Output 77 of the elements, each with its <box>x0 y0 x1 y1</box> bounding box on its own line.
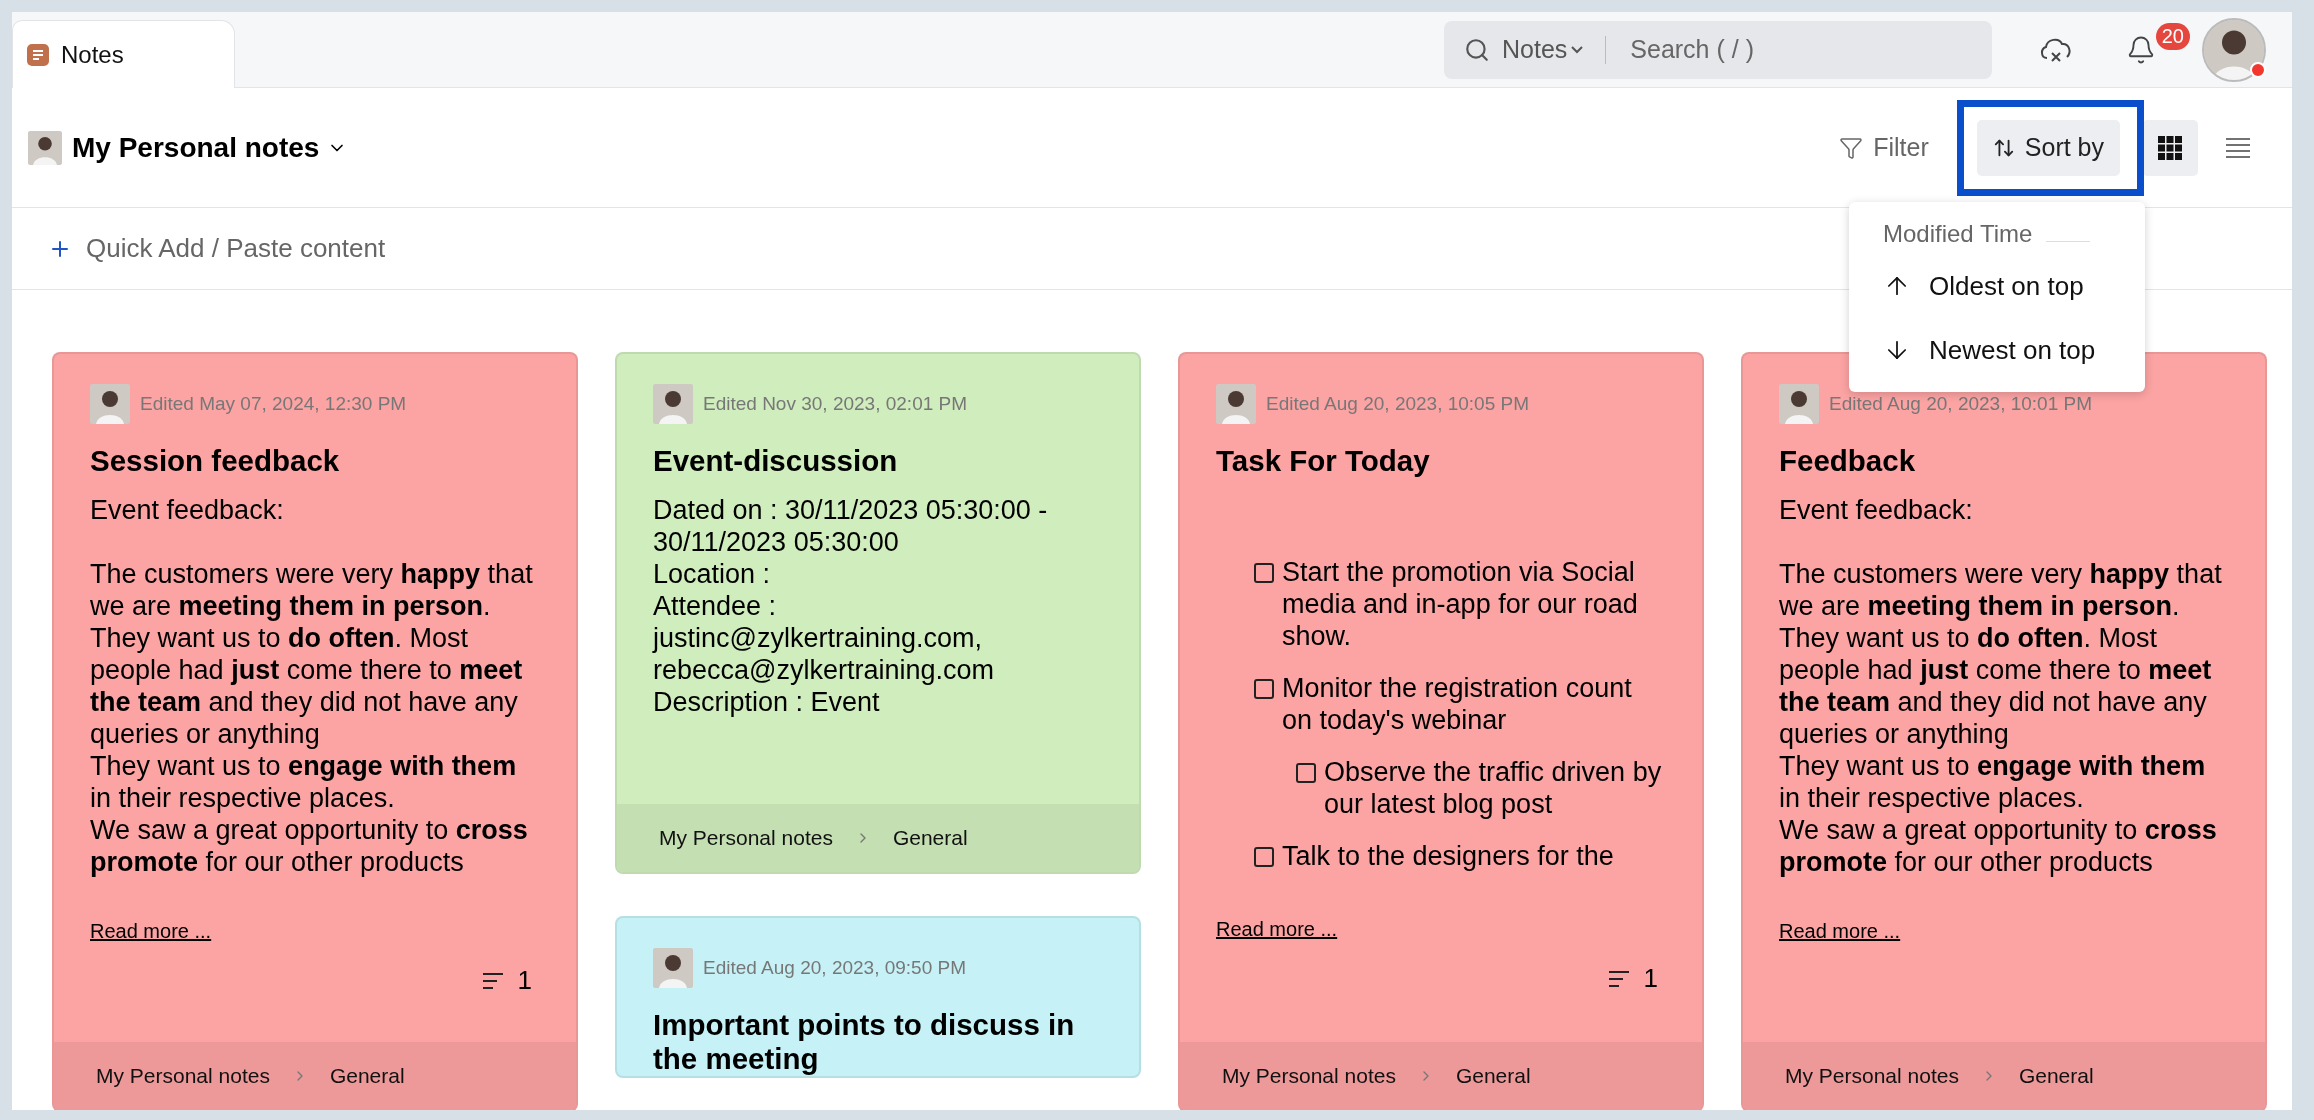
edited-time: Edited May 07, 2024, 12:30 PM <box>140 393 407 415</box>
tab-label: Notes <box>61 40 124 69</box>
chevron-down-icon <box>1571 45 1584 54</box>
note-text: They want us to engage with them in their respective places. <box>90 750 518 814</box>
task-text: Start the promotion via Social media and in-app for our road show. <box>1282 556 1639 652</box>
task-text: Talk to the designers for the <box>1282 840 1614 872</box>
checkbox[interactable] <box>1254 679 1274 699</box>
edited-time: Edited Nov 30, 2023, 02:01 PM <box>703 393 968 415</box>
checkbox[interactable] <box>1254 563 1274 583</box>
note-title: Session feedback <box>90 444 341 478</box>
note-text: Dated on : 30/11/2023 05:30:00 - 30/11/2023 05:30:00 <box>653 494 1049 558</box>
notebook-name[interactable]: My Personal notes <box>659 826 833 850</box>
avatar <box>90 384 130 424</box>
notes-tab[interactable]: Notes <box>12 20 235 88</box>
search-icon <box>1464 36 1490 63</box>
note-card[interactable]: Edited Aug 20, 2023, 09:50 PM Important points to discuss in the meeting <box>615 916 1141 1078</box>
avatar <box>653 948 693 988</box>
comment-lines-icon <box>1607 969 1630 988</box>
read-more-link[interactable]: Read more ... <box>90 920 212 943</box>
section-name[interactable]: General <box>329 1064 405 1088</box>
note-title: Important points to discuss in the meeting <box>653 1008 1076 1076</box>
grid-icon <box>2158 135 2182 160</box>
avatar <box>1216 384 1256 424</box>
option-label: Newest on top <box>1929 334 2096 366</box>
task-text: Monitor the registration count on today's webinar <box>1282 672 1633 736</box>
avatar <box>653 384 693 424</box>
menu-heading: Modified Time <box>1849 214 2145 254</box>
note-card[interactable] <box>52 352 578 1110</box>
sort-option[interactable]: Oldest on top <box>1849 254 2145 318</box>
section-name[interactable]: General <box>892 826 968 850</box>
notebook-name[interactable]: My Personal notes <box>1222 1064 1396 1088</box>
read-more-link[interactable]: Read more ... <box>1216 918 1338 941</box>
filter-icon <box>1839 135 1864 160</box>
note-text: We saw a great opportunity to cross promote for our other products <box>1779 814 2218 878</box>
note-text: Location : <box>653 558 772 590</box>
search-field[interactable]: Notes Search ( / ) <box>1444 20 1992 79</box>
view-toggle[interactable] <box>2142 119 2198 176</box>
notebook-name[interactable]: My Personal notes <box>1785 1064 1959 1088</box>
note-text: rebecca@zylkertraining.com <box>653 654 996 686</box>
edited-time: Edited Aug 20, 2023, 10:01 PM <box>1829 393 2093 415</box>
notification-bell-icon[interactable] <box>2126 34 2156 65</box>
checkbox[interactable] <box>1254 847 1274 867</box>
list-icon <box>2226 137 2250 158</box>
note-title: Event-discussion <box>653 444 899 478</box>
sort-option[interactable]: Newest on top <box>1849 318 2145 382</box>
note-card[interactable] <box>615 352 1141 874</box>
notes-app-icon <box>27 43 49 66</box>
notification-badge: 20 <box>2155 22 2190 50</box>
avatar <box>1779 384 1819 424</box>
note-text: Event feedback: <box>90 494 285 526</box>
section-name[interactable]: General <box>2018 1064 2094 1088</box>
comment-lines-icon <box>481 971 504 990</box>
comment-count: 1 <box>1643 963 1658 994</box>
note-text: Description : Event <box>653 686 881 718</box>
task-text: Observe the traffic driven by our latest blog post <box>1324 756 1663 820</box>
notebook-avatar <box>28 130 62 165</box>
notebook-name[interactable]: My Personal notes <box>96 1064 270 1088</box>
section-name[interactable]: General <box>1455 1064 1531 1088</box>
note-text: They want us to engage with them in their respective places. <box>1779 750 2207 814</box>
filter-button[interactable]: Filter <box>1833 119 1935 176</box>
comment-count: 1 <box>517 965 532 996</box>
note-text: justinc@zylkertraining.com, <box>653 622 983 654</box>
note-text: Event feedback: <box>1779 494 1974 526</box>
note-card[interactable] <box>1178 352 1704 1110</box>
edited-time: Edited Aug 20, 2023, 09:50 PM <box>703 957 967 979</box>
search-scope-dropdown[interactable]: Notes <box>1502 35 1584 64</box>
read-more-link[interactable]: Read more ... <box>1779 920 1901 943</box>
option-label: Oldest on top <box>1929 270 2084 302</box>
edited-time: Edited Aug 20, 2023, 10:05 PM <box>1266 393 1530 415</box>
notebook-selector[interactable]: My Personal notes <box>72 131 348 164</box>
quick-add-field[interactable]: Quick Add / Paste content <box>86 233 386 264</box>
checkbox[interactable] <box>1296 763 1316 783</box>
note-text: Attendee : <box>653 590 778 622</box>
note-title: Task For Today <box>1216 444 1431 478</box>
note-text: We saw a great opportunity to cross promote for our other products <box>90 814 529 878</box>
sort-button[interactable]: Sort by <box>1976 119 2120 176</box>
note-title: Feedback <box>1779 444 1917 478</box>
